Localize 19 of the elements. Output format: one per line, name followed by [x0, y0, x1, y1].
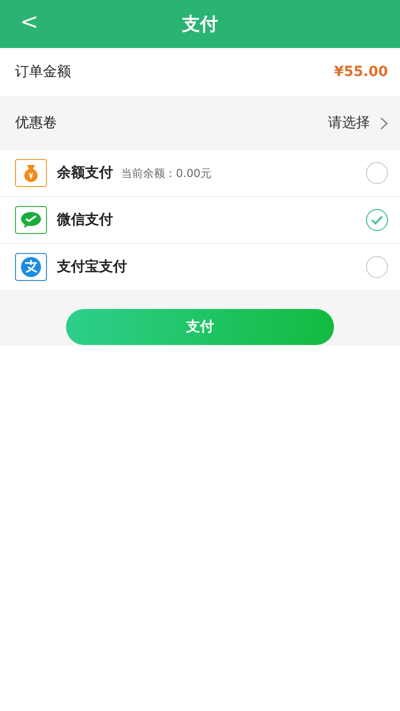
money-bag-icon [15, 159, 47, 187]
payment-method-name: 支付宝支付 [57, 258, 127, 276]
page-title: 支付 [182, 13, 218, 36]
payment-method-name: 微信支付 [57, 211, 113, 229]
coupon-label: 优惠卷 [15, 114, 57, 132]
chevron-right-icon [380, 116, 388, 130]
radio-button[interactable] [366, 162, 388, 184]
chat-bubble-icon [15, 206, 47, 234]
back-button[interactable]: < [14, 8, 44, 37]
radio-button[interactable] [366, 256, 388, 278]
order-amount: ¥55.00 [334, 64, 388, 80]
wallet-logo-icon [15, 253, 47, 281]
pay-button[interactable]: 支付 [66, 309, 334, 345]
balance-note: 当前余额：0.00元 [121, 166, 212, 180]
radio-button[interactable] [366, 209, 388, 231]
coupon-select[interactable]: 请选择 [328, 114, 388, 132]
order-amount-label: 订单金额 [15, 63, 71, 81]
payment-method-name: 余额支付 [57, 164, 113, 182]
check-icon [371, 215, 383, 225]
